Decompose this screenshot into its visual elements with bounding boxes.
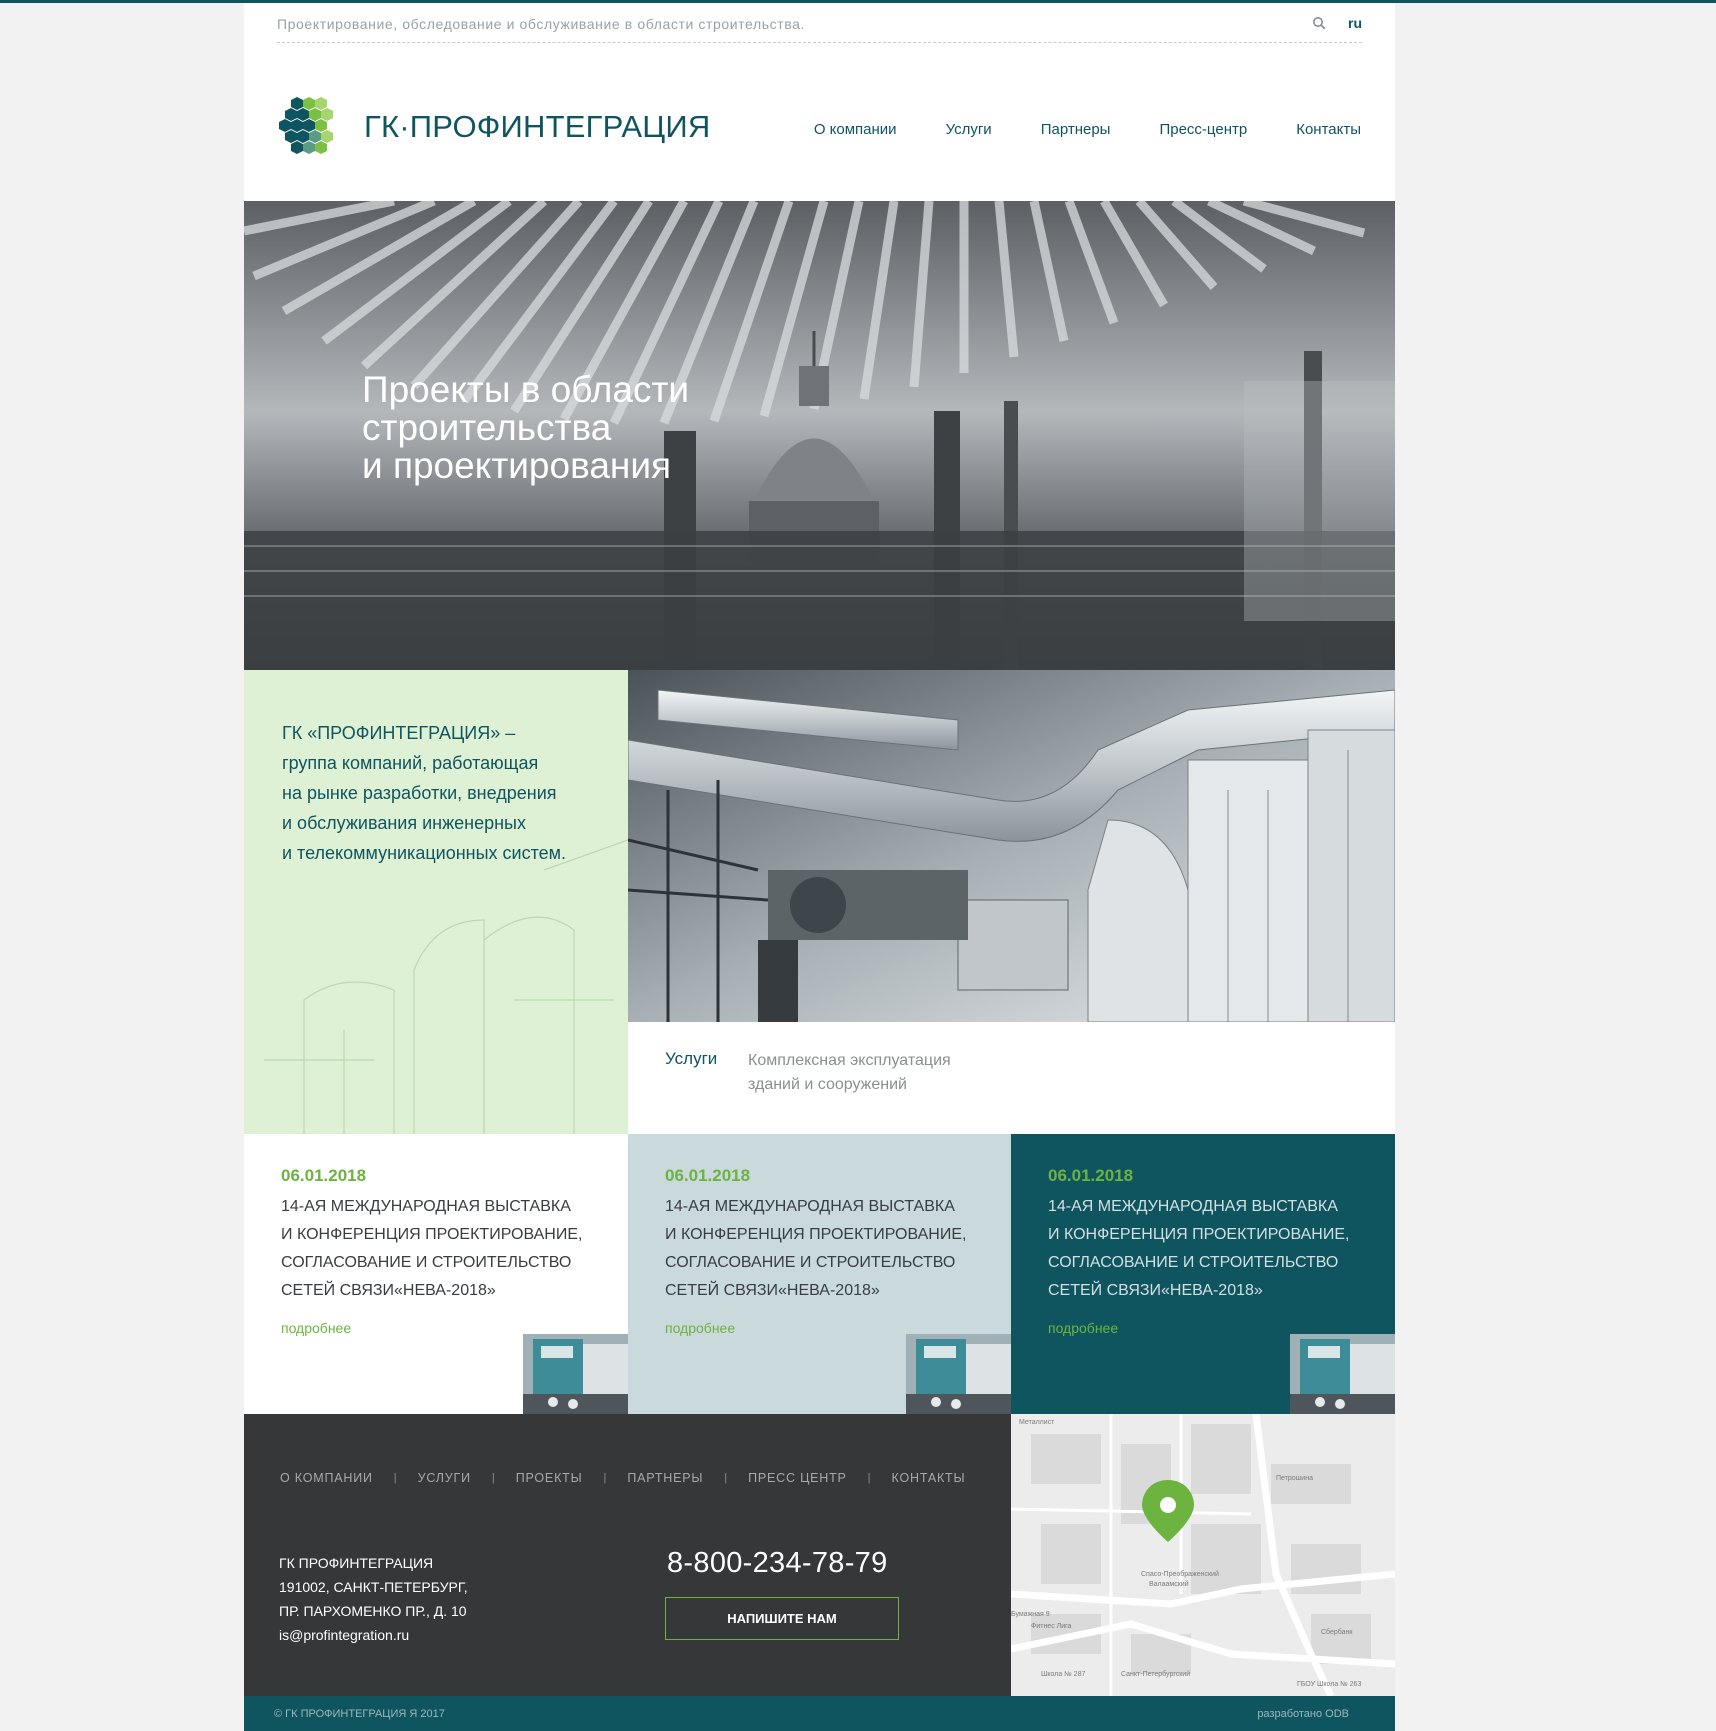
news-card: 06.01.2018 14-ая международная выставка … xyxy=(244,1134,628,1414)
about-line-4: и обслуживания инженерных xyxy=(282,813,526,833)
map-label: Валаамский xyxy=(1149,1580,1189,1588)
logo-text: ГК·ПРОФИНТЕГРАЦИЯ xyxy=(364,109,711,144)
logo-hexagons-icon xyxy=(279,97,333,154)
news-thumbnail[interactable] xyxy=(523,1334,628,1414)
machinery-image xyxy=(628,670,1395,1022)
hero-banner: Проекты в области строительства и проект… xyxy=(244,201,1395,670)
map-label: Спасо-Преображенский xyxy=(1141,1570,1219,1578)
nav-partners[interactable]: Партнеры xyxy=(1041,121,1111,138)
footer-nav-separator: | xyxy=(491,1472,495,1484)
footer-nav-separator: | xyxy=(867,1472,871,1484)
news-title: 14-ая международная выставка и конференц… xyxy=(281,1193,611,1305)
footer-company: ГК ПРОФИНТЕГРАЦИЯ xyxy=(279,1555,434,1571)
nav-about[interactable]: О компании xyxy=(814,121,897,138)
news-title-line: согласование и строительство xyxy=(665,1254,956,1271)
news-title-line: сетей связи«НЕВА-2018» xyxy=(281,1282,496,1299)
page: Проектирование, обследование и обслужива… xyxy=(244,3,1395,1731)
map-label: Бумажная 9 xyxy=(1011,1611,1050,1618)
map-label: Фитнес Лига xyxy=(1031,1623,1072,1630)
footer-nav-separator: | xyxy=(724,1472,728,1484)
footer: О КОМПАНИИ | УСЛУГИ | ПРОЕКТЫ | ПАРТНЕРЫ… xyxy=(244,1414,1011,1696)
about-company: ГК «ПРОФИНТЕГРАЦИЯ» – xyxy=(282,723,516,743)
write-us-button[interactable]: НАПИШИТЕ НАМ xyxy=(665,1597,899,1640)
services-description: Комплексная эксплуатация зданий и сооруж… xyxy=(748,1049,988,1097)
nav-services[interactable]: Услуги xyxy=(946,121,992,138)
nav-contacts[interactable]: Контакты xyxy=(1296,121,1361,138)
footer-nav: О КОМПАНИИ | УСЛУГИ | ПРОЕКТЫ | ПАРТНЕРЫ… xyxy=(280,1471,965,1485)
map-label: Петрошина xyxy=(1276,1475,1313,1482)
news-title-line: согласование и строительство xyxy=(281,1254,572,1271)
logo[interactable]: ГК·ПРОФИНТЕГРАЦИЯ xyxy=(272,93,710,163)
hero-title-line-1: Проекты в области xyxy=(362,369,690,410)
hero-title-line-3: и проектирования xyxy=(362,445,672,486)
footer-nav-partners[interactable]: ПАРТНЕРЫ xyxy=(627,1471,703,1485)
about-text: ГК «ПРОФИНТЕГРАЦИЯ» – группа компаний, р… xyxy=(282,718,602,868)
copyright: © ГК ПРОФИНТЕГРАЦИЯ Я 2017 xyxy=(274,1708,445,1720)
about-line-3: на рынке разработки, внедрения xyxy=(282,783,557,803)
news-thumbnail[interactable] xyxy=(1290,1334,1395,1414)
footer-nav-projects[interactable]: ПРОЕКТЫ xyxy=(516,1471,583,1485)
news-date: 06.01.2018 xyxy=(665,1166,751,1185)
about-line-2: группа компаний, работающая xyxy=(282,753,539,773)
news-title-line: и конференция проектирование, xyxy=(665,1226,967,1243)
map-canvas: Металлист Петрошина Спасо-Преображенский… xyxy=(1011,1414,1395,1696)
footer-nav-separator: | xyxy=(603,1472,607,1484)
news-title-line: сетей связи«НЕВА-2018» xyxy=(665,1282,880,1299)
news-title-line: и конференция проектирование, xyxy=(1048,1226,1350,1243)
news-thumbnail[interactable] xyxy=(906,1334,1011,1414)
services-link[interactable]: Услуги xyxy=(665,1049,717,1069)
map[interactable]: Металлист Петрошина Спасо-Преображенский… xyxy=(1011,1414,1395,1696)
news-more-link[interactable]: подробнее xyxy=(281,1320,351,1336)
news-date: 06.01.2018 xyxy=(1048,1166,1134,1185)
news-title: 14-ая международная выставка и конференц… xyxy=(1048,1193,1378,1305)
nav-press[interactable]: Пресс-центр xyxy=(1159,121,1247,138)
news-title-line: 14-ая международная выставка xyxy=(1048,1198,1338,1215)
developer-credit[interactable]: разработано ODB xyxy=(1257,1708,1349,1720)
footer-nav-press[interactable]: ПРЕСС ЦЕНТР xyxy=(748,1471,847,1485)
hero-title: Проекты в области строительства и проект… xyxy=(362,371,782,485)
map-label: Санкт-Петербургский xyxy=(1121,1670,1190,1678)
news-date: 06.01.2018 xyxy=(281,1166,367,1185)
news-title-line: 14-ая международная выставка xyxy=(281,1198,571,1215)
services-desc-line-2: зданий и сооружений xyxy=(748,1076,907,1093)
about-block: ГК «ПРОФИНТЕГРАЦИЯ» – группа компаний, р… xyxy=(244,670,628,1134)
news-more-link[interactable]: подробнее xyxy=(1048,1320,1118,1336)
footer-nav-about[interactable]: О КОМПАНИИ xyxy=(280,1471,373,1485)
footer-address-line-1: 191002, САНКТ-ПЕТЕРБУРГ, xyxy=(279,1579,468,1595)
main-nav: О компании Услуги Партнеры Пресс-центр К… xyxy=(814,121,1361,138)
about-line-5: и телекоммуникационных систем. xyxy=(282,843,567,863)
map-label: Школа № 287 xyxy=(1041,1671,1085,1678)
machinery-illustration xyxy=(628,670,1395,1022)
footer-nav-separator: | xyxy=(393,1472,397,1484)
footer-phone[interactable]: 8-800-234-78-79 xyxy=(667,1547,888,1580)
map-label: ГБОУ Школа № 263 xyxy=(1297,1681,1361,1688)
map-label: Металлист xyxy=(1019,1419,1055,1426)
map-label: Сбербанк xyxy=(1321,1628,1353,1636)
footer-nav-contacts[interactable]: КОНТАКТЫ xyxy=(892,1471,966,1485)
footer-address-line-2: ПР. ПАРХОМЕНКО ПР., Д. 10 xyxy=(279,1603,467,1619)
news-title-line: согласование и строительство xyxy=(1048,1254,1339,1271)
language-switch[interactable]: ru xyxy=(1348,15,1362,31)
news-title-line: сетей связи«НЕВА-2018» xyxy=(1048,1282,1263,1299)
news-title-line: 14-ая международная выставка xyxy=(665,1198,955,1215)
news-card: 06.01.2018 14-ая международная выставка … xyxy=(628,1134,1011,1414)
news-more-link[interactable]: подробнее xyxy=(665,1320,735,1336)
bottom-bar: © ГК ПРОФИНТЕГРАЦИЯ Я 2017 разработано O… xyxy=(244,1696,1395,1731)
top-bar: Проектирование, обследование и обслужива… xyxy=(277,3,1362,43)
footer-contacts: ГК ПРОФИНТЕГРАЦИЯ 191002, САНКТ-ПЕТЕРБУР… xyxy=(279,1551,468,1647)
footer-email[interactable]: is@profintegration.ru xyxy=(279,1627,409,1643)
news-title-line: и конференция проектирование, xyxy=(281,1226,583,1243)
footer-nav-services[interactable]: УСЛУГИ xyxy=(418,1471,471,1485)
news-card: 06.01.2018 14-ая международная выставка … xyxy=(1011,1134,1395,1414)
services-desc-line-1: Комплексная эксплуатация xyxy=(748,1052,951,1069)
site-tagline: Проектирование, обследование и обслужива… xyxy=(277,16,805,32)
services-teaser: Услуги Комплексная эксплуатация зданий и… xyxy=(628,1022,1395,1134)
hero-title-line-2: строительства xyxy=(362,407,612,448)
search-icon[interactable] xyxy=(1312,16,1326,30)
news-title: 14-ая международная выставка и конференц… xyxy=(665,1193,995,1305)
